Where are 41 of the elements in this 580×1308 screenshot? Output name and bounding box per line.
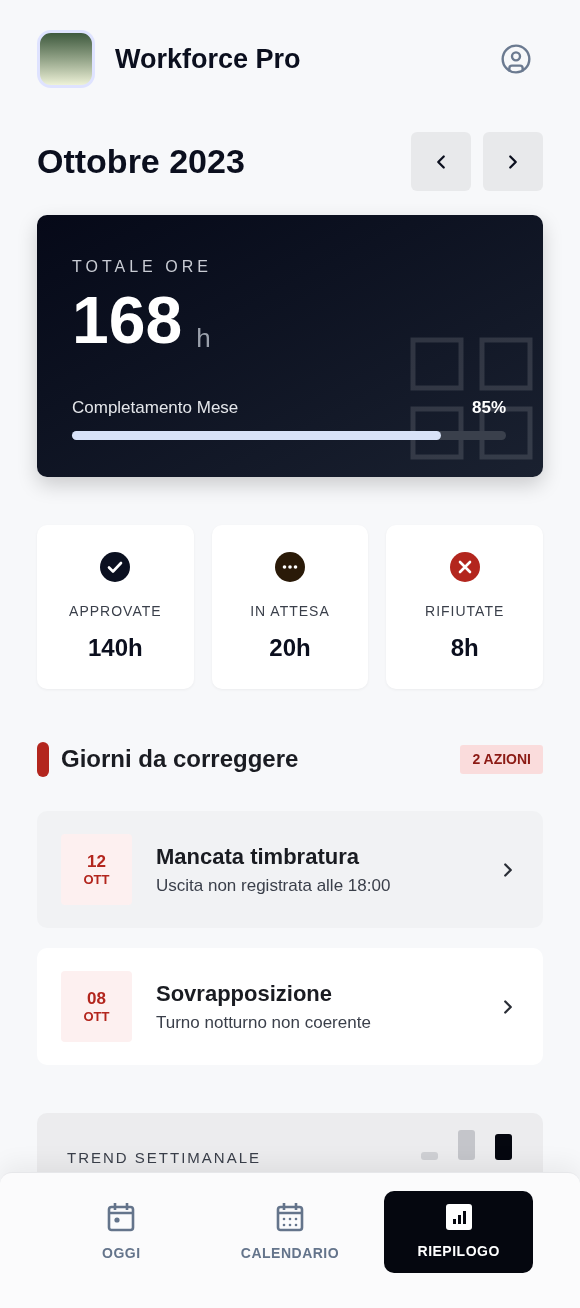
grid-icon [410,337,534,461]
date-day: 08 [87,987,106,1009]
bar-chart-icon [444,1202,473,1231]
close-circle-icon [448,551,481,583]
progress-reading: 85% [471,397,506,419]
actions-badge: 2 AZIONI [460,744,543,774]
previous-month-button[interactable] [411,132,471,191]
section-title: Giorni da correggere [61,744,299,774]
check-circle-icon [99,551,132,583]
stat-label: RIFIUTATE [425,602,505,621]
app-title: Workforce Pro [115,42,301,76]
correction-item[interactable]: 12 OTT Mancata timbratura Uscita non registrata alle 18:00 [37,811,543,928]
calendar-icon [106,1200,137,1233]
nav-tab[interactable]: RIEPILOGO [384,1191,533,1273]
correction-title: Mancata timbratura [156,843,360,872]
calendar-icon [275,1200,305,1233]
stat-value: 140h [87,633,143,663]
stat-label: APPROVATE [69,602,162,621]
date-day: 12 [87,850,106,872]
app-logo [37,30,95,88]
correction-title: Sovrapposizione [156,980,334,1009]
total-hours-label: TOTALE ORE [72,259,213,275]
stat-label: IN ATTESA [250,602,330,621]
profile-button[interactable] [499,42,533,76]
date-month: OTT [83,872,110,889]
nav-tab[interactable]: OGGI [37,1191,206,1273]
stat-value: 20h [269,633,311,663]
stat-value: 8h [450,633,479,663]
progress-label: Completamento Mese [72,397,239,419]
correction-subtitle: Uscita non registrata alle 18:00 [156,875,392,898]
next-month-button[interactable] [483,132,543,191]
trend-title: TREND SETTIMANALE [67,1148,262,1168]
correction-subtitle: Turno notturno non coerente [156,1012,372,1035]
nav-tab[interactable]: CALENDARIO [205,1191,375,1273]
section-marker [37,741,49,777]
date-month: OTT [83,1009,110,1026]
total-hours-value: 168 [72,287,183,353]
more-circle-icon [274,551,306,583]
correction-item[interactable]: 08 OTT Sovrapposizione Turno notturno non coerente [37,948,543,1065]
total-hours-unit: h [196,325,211,351]
month-title: Ottobre 2023 [37,141,245,182]
